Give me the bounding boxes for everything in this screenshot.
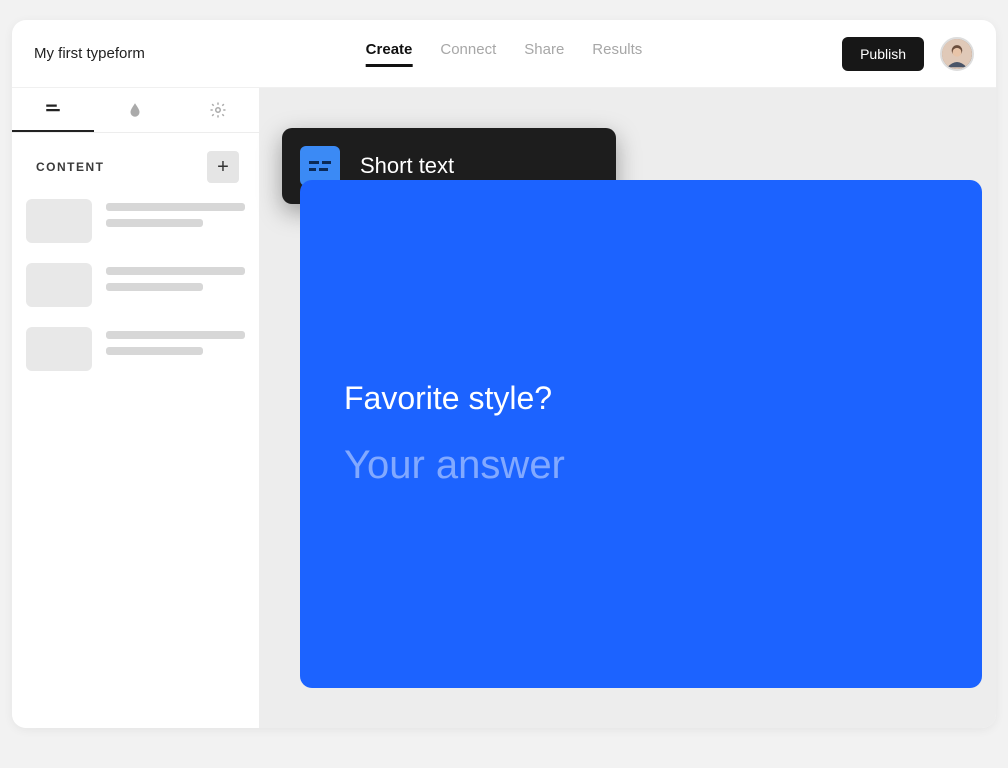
question-text[interactable]: Favorite style? [344,380,938,417]
content-list [12,195,259,375]
content-label: CONTENT [36,160,105,174]
nav-tabs: Create Connect Share Results [366,41,643,67]
list-item[interactable] [26,199,245,243]
top-bar: My first typeform Create Connect Share R… [12,20,996,88]
answer-input[interactable]: Your answer [344,443,938,488]
item-lines [106,263,245,291]
skeleton-line [106,203,245,211]
top-left: My first typeform [34,45,145,62]
content-icon [44,100,62,118]
main: CONTENT + [12,88,996,728]
sidebar: CONTENT + [12,88,260,728]
item-thumb [26,327,92,371]
publish-button[interactable]: Publish [842,37,924,71]
app-window: My first typeform Create Connect Share R… [12,20,996,728]
canvas-area: Short text Favorite style? Your answer [260,88,996,728]
sidebar-tab-design[interactable] [94,88,176,132]
skeleton-line [106,219,203,227]
popover-label: Short text [360,153,454,179]
sidebar-tab-settings[interactable] [177,88,259,132]
tab-connect[interactable]: Connect [440,41,496,67]
top-right: Publish [842,37,974,71]
skeleton-line [106,347,203,355]
content-header: CONTENT + [12,133,259,195]
skeleton-line [106,331,245,339]
avatar-icon [942,37,972,71]
add-question-button[interactable]: + [207,151,239,183]
sidebar-tabs [12,88,259,133]
list-item[interactable] [26,327,245,371]
droplet-icon [126,101,144,119]
item-lines [106,327,245,355]
avatar[interactable] [940,37,974,71]
item-lines [106,199,245,227]
item-thumb [26,199,92,243]
tab-create[interactable]: Create [366,41,413,67]
skeleton-line [106,283,203,291]
skeleton-line [106,267,245,275]
form-canvas[interactable]: Favorite style? Your answer [300,180,982,688]
item-thumb [26,263,92,307]
tab-share[interactable]: Share [524,41,564,67]
list-item[interactable] [26,263,245,307]
tab-results[interactable]: Results [592,41,642,67]
gear-icon [209,101,227,119]
sidebar-tab-content[interactable] [12,88,94,132]
form-title[interactable]: My first typeform [34,45,145,62]
